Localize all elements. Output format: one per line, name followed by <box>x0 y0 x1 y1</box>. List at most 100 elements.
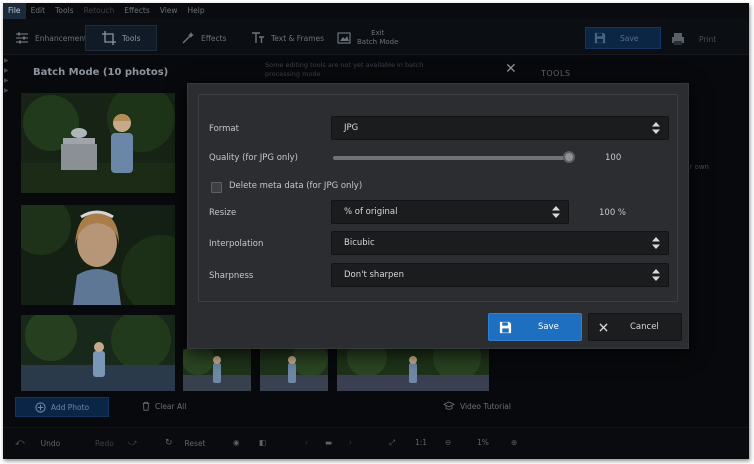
photo-thumbnail[interactable] <box>21 315 175 391</box>
menu-bar: File Edit Tools Retouch Effects View Hel… <box>3 3 749 19</box>
resize-percent: 100 % <box>599 208 627 218</box>
toolbar-save-button[interactable]: Save <box>585 27 661 49</box>
sharpness-label: Sharpness <box>209 271 254 281</box>
photo-thumbnail[interactable] <box>260 349 328 391</box>
batch-save-dialog: Format JPG Quality (for JPG only) 100 De… <box>187 83 689 349</box>
video-tutorial-label: Video Tutorial <box>460 401 511 411</box>
text-icon <box>252 32 264 43</box>
format-select[interactable]: JPG <box>331 116 669 140</box>
menu-file[interactable]: File <box>3 3 26 19</box>
quality-value: 100 <box>605 153 622 163</box>
resize-label: Resize <box>209 208 237 218</box>
resize-select[interactable]: % of original <box>331 200 569 224</box>
actual-size-button[interactable]: 1:1 <box>415 438 427 447</box>
batch-mode-title: Batch Mode (10 photos) <box>33 67 169 78</box>
reset-icon: ↻ <box>165 438 173 448</box>
photo-thumbnail[interactable] <box>21 205 175 305</box>
interpolation-select[interactable]: Bicubic <box>331 231 669 255</box>
dialog-settings-group: Format JPG Quality (for JPG only) 100 De… <box>198 94 678 302</box>
exit-label-line2: Batch Mode <box>357 38 399 46</box>
tab-text-frames[interactable]: Text & Frames <box>251 25 324 51</box>
format-label: Format <box>209 124 239 134</box>
photo-thumbnail[interactable] <box>21 93 175 193</box>
close-icon[interactable]: ✕ <box>505 61 517 77</box>
dialog-cancel-button[interactable]: Cancel <box>588 313 682 341</box>
main-toolbar: Enhancement Tools Effects Text & Frames … <box>3 19 749 55</box>
tab-effects[interactable]: Effects <box>181 25 227 51</box>
preview-eye-icon[interactable]: ◉ <box>233 438 240 447</box>
menu-help[interactable]: Help <box>183 3 210 19</box>
interpolation-select-value: Bicubic <box>344 238 375 248</box>
panel-arrow-icon[interactable]: ▶ <box>4 67 9 74</box>
batch-notice: Some editing tools are not yet available… <box>265 61 424 78</box>
clear-all-button[interactable]: Clear All <box>141 401 186 411</box>
dialog-save-button[interactable]: Save <box>488 313 582 341</box>
tab-effects-label: Effects <box>201 33 227 43</box>
quality-slider-thumb[interactable] <box>563 151 575 163</box>
undo-button[interactable]: ⤺ Undo <box>15 438 60 448</box>
redo-icon: ⤻ <box>127 438 138 448</box>
exit-label: Exit Batch Mode <box>357 29 398 47</box>
sharpness-select[interactable]: Don't sharpen <box>331 263 669 287</box>
exit-batch-mode-button[interactable]: Exit Batch Mode <box>337 25 398 51</box>
app-window: File Edit Tools Retouch Effects View Hel… <box>3 3 749 459</box>
tab-enhancement[interactable]: Enhancement <box>15 25 87 51</box>
add-photo-button[interactable]: Add Photo <box>15 397 109 417</box>
redo-button[interactable]: Redo ⤻ <box>95 438 137 448</box>
panel-arrow-icon[interactable]: ▶ <box>4 87 9 94</box>
undo-icon: ⤺ <box>15 438 25 448</box>
add-photo-label: Add Photo <box>50 402 90 412</box>
fit-screen-icon[interactable]: ⤢ <box>389 438 395 448</box>
delete-meta-checkbox[interactable] <box>211 182 222 193</box>
photo-thumbnail[interactable] <box>183 349 251 391</box>
resize-select-value: % of original <box>344 207 398 217</box>
close-icon <box>599 322 608 332</box>
printer-icon <box>672 33 684 45</box>
clear-all-label: Clear All <box>155 401 187 411</box>
video-tutorial-button[interactable]: Video Tutorial <box>443 401 511 411</box>
format-select-value: JPG <box>344 123 359 133</box>
spinner-arrows-icon <box>652 237 660 249</box>
menu-view[interactable]: View <box>155 3 183 19</box>
sharpness-select-value: Don't sharpen <box>344 270 405 280</box>
compare-icon[interactable]: ◧ <box>259 438 266 447</box>
dialog-save-label: Save <box>538 322 559 332</box>
spinner-arrows-icon <box>652 122 660 134</box>
reset-button[interactable]: ↻ Reset <box>165 438 206 448</box>
toolbar-print-button[interactable]: Print <box>671 29 716 49</box>
quality-slider-fill <box>333 156 569 160</box>
magic-wand-icon <box>182 32 194 44</box>
toolbar-save-label: Save <box>620 33 639 43</box>
exit-label-line1: Exit <box>371 29 385 37</box>
panel-arrow-icon[interactable]: ▶ <box>4 77 9 84</box>
tab-tools-label: Tools <box>122 33 141 43</box>
zoom-in-icon[interactable]: ⊕ <box>511 438 517 447</box>
menu-tools[interactable]: Tools <box>50 3 78 19</box>
next-icon[interactable]: › <box>349 438 352 447</box>
floppy-disk-icon <box>594 32 606 44</box>
menu-edit[interactable]: Edit <box>26 3 51 19</box>
dialog-cancel-label: Cancel <box>630 322 659 332</box>
reset-label: Reset <box>184 438 206 448</box>
tab-tools[interactable]: Tools <box>85 25 158 51</box>
panel-arrow-icon[interactable]: ▶ <box>4 57 9 64</box>
quality-label: Quality (for JPG only) <box>209 153 298 163</box>
prev-icon[interactable]: ‹ <box>305 438 308 447</box>
sliders-icon <box>16 32 28 44</box>
zoom-out-icon[interactable]: ⊖ <box>445 438 451 447</box>
tab-text-frames-label: Text & Frames <box>271 33 325 43</box>
graduation-cap-icon <box>443 401 455 410</box>
menu-effects[interactable]: Effects <box>119 3 155 19</box>
folder-icon[interactable]: ▬ <box>325 438 332 447</box>
crop-icon <box>102 31 116 45</box>
image-exit-icon <box>337 32 351 44</box>
quality-slider-track[interactable] <box>333 156 569 160</box>
floppy-disk-icon <box>499 321 512 333</box>
delete-meta-label: Delete meta data (for JPG only) <box>229 181 363 191</box>
zoom-level: 1% <box>477 438 489 447</box>
spinner-arrows-icon <box>552 206 560 218</box>
plus-circle-icon <box>35 401 46 413</box>
photo-thumbnail[interactable] <box>337 349 489 391</box>
tools-panel-title: TOOLS <box>541 69 571 78</box>
status-bar: ⤺ Undo Redo ⤻ ↻ Reset ◉ ◧ ‹ ▬ › ⤢ 1:1 ⊖ … <box>3 427 749 459</box>
